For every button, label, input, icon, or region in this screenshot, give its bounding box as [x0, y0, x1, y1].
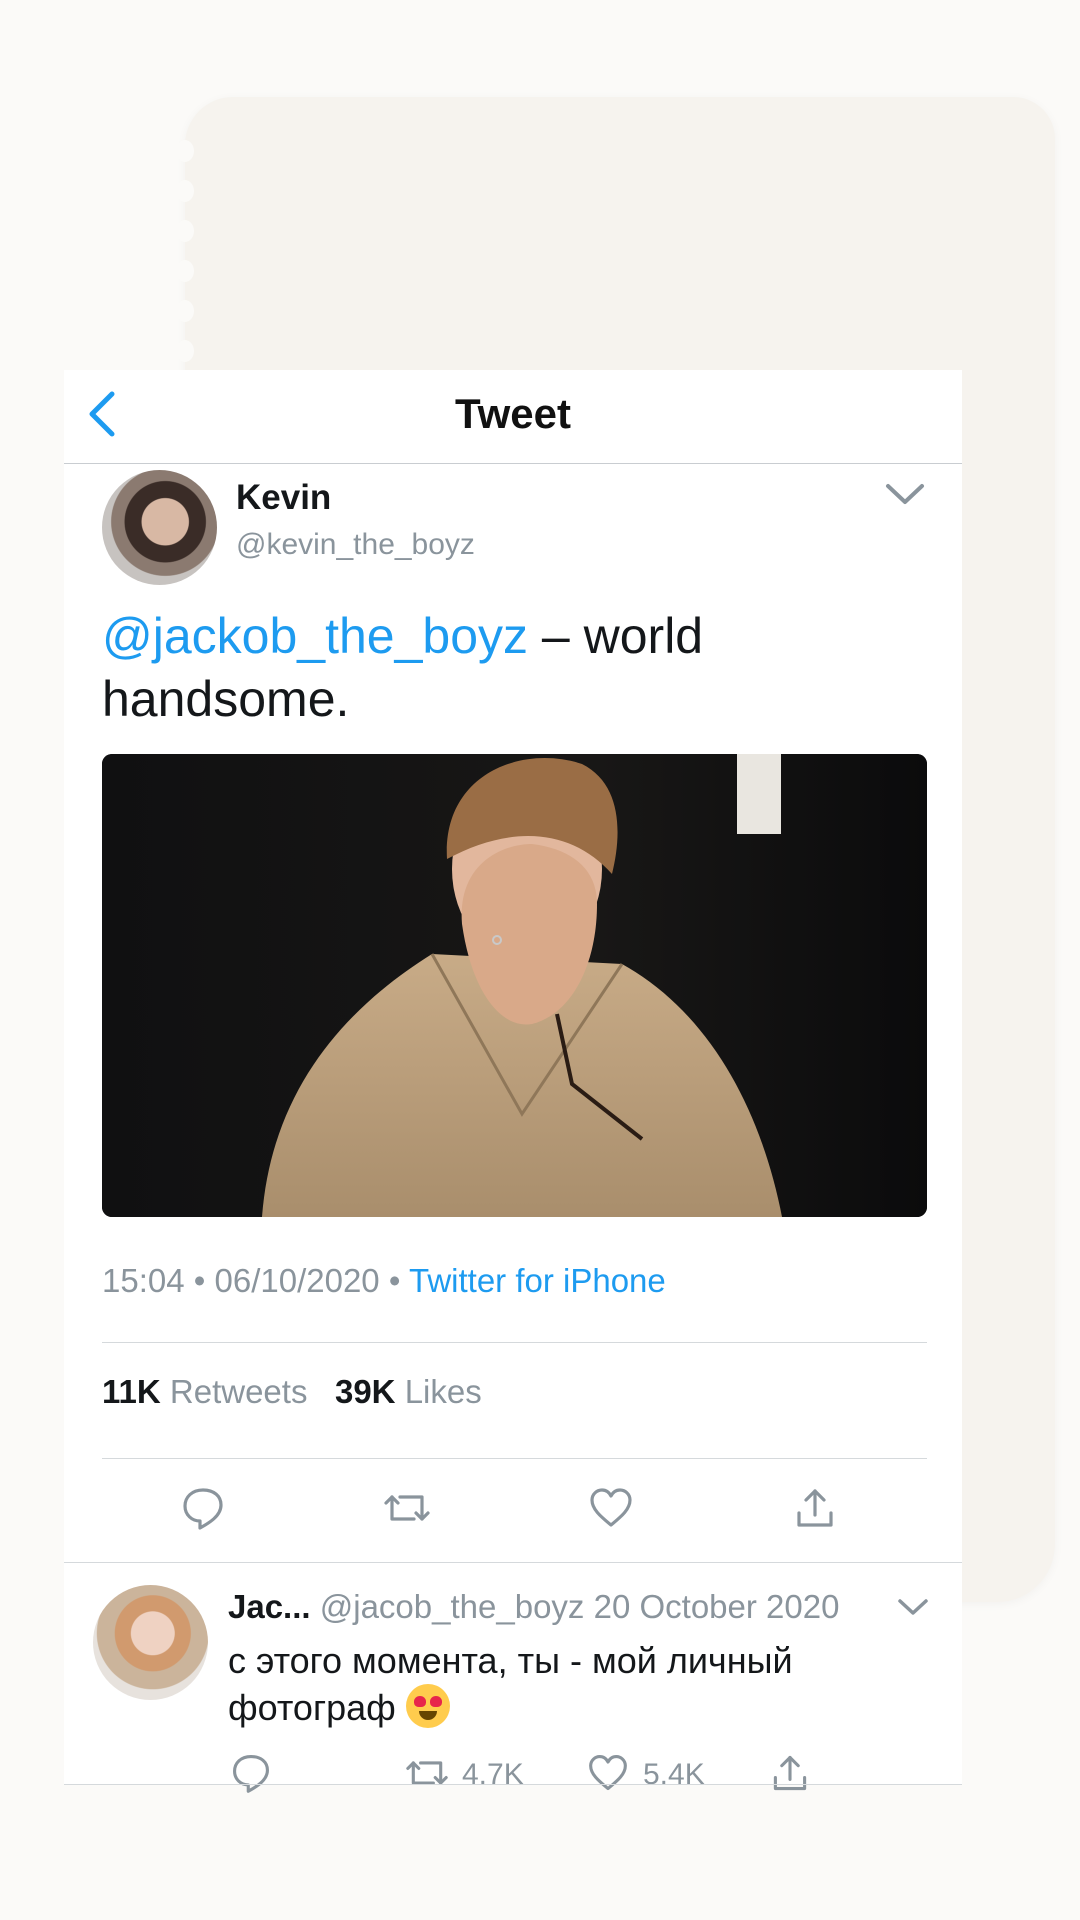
reply-retweet-count: 4.7K: [462, 1758, 524, 1791]
author-name[interactable]: Kevin: [236, 478, 331, 518]
retweets-count: 11K: [102, 1373, 161, 1410]
reply-date: 20 October 2020: [593, 1588, 840, 1625]
share-icon[interactable]: [792, 1485, 838, 1531]
like-icon[interactable]: [587, 1752, 629, 1794]
photo-illustration: [102, 754, 927, 1217]
divider: [102, 1458, 927, 1459]
heart-eyes-emoji-icon: [405, 1684, 450, 1728]
page-title: Tweet: [455, 390, 571, 437]
meta-separator: •: [388, 1262, 401, 1299]
reply-header: Jac... @jacob_the_boyz 20 October 2020: [228, 1588, 839, 1626]
share-icon[interactable]: [769, 1752, 811, 1794]
mention-link[interactable]: @jackob_the_boyz: [102, 608, 528, 664]
reply-author-name[interactable]: Jac...: [228, 1588, 311, 1625]
retweet-icon[interactable]: [406, 1752, 448, 1794]
chevron-down-icon[interactable]: [896, 1595, 930, 1619]
paper-torn-edge: [176, 140, 196, 370]
tweet-photo[interactable]: [102, 754, 927, 1217]
likes-count: 39K: [334, 1373, 396, 1410]
chevron-down-icon[interactable]: [882, 478, 928, 508]
reply-text-body: с этого момента, ты - мой личный фотогра…: [228, 1640, 793, 1728]
reply-text: с этого момента, ты - мой личный фотогра…: [228, 1638, 918, 1731]
author-handle[interactable]: @kevin_the_boyz: [236, 528, 475, 562]
tweet-time: 15:04: [102, 1262, 185, 1299]
divider: [64, 1562, 962, 1563]
retweets-stat[interactable]: 11K Retweets: [102, 1373, 307, 1410]
tweet-source-link[interactable]: Twitter for iPhone: [409, 1262, 666, 1299]
tweet-text: @jackob_the_boyz – world handsome.: [102, 605, 922, 731]
retweets-label: Retweets: [169, 1373, 308, 1410]
like-icon[interactable]: [588, 1485, 634, 1531]
retweet-icon[interactable]: [384, 1485, 430, 1531]
reply-like-count: 5.4K: [643, 1758, 705, 1791]
divider: [102, 1342, 927, 1343]
divider: [64, 1784, 962, 1785]
reply-author-avatar[interactable]: [93, 1585, 208, 1700]
engagement-stats: 11K Retweets 39K Likes: [102, 1373, 482, 1411]
likes-label: Likes: [404, 1373, 482, 1410]
reply-author-handle[interactable]: @jacob_the_boyz: [320, 1588, 585, 1625]
tweet-screen: Tweet Kevin @kevin_the_boyz @jackob_the_…: [64, 370, 962, 1793]
tweet-meta: 15:04 • 06/10/2020 • Twitter for iPhone: [102, 1262, 666, 1300]
meta-separator: •: [193, 1262, 206, 1299]
reply-icon[interactable]: [180, 1485, 226, 1531]
reply-icon[interactable]: [230, 1752, 272, 1794]
likes-stat[interactable]: 39K Likes: [335, 1373, 482, 1410]
tweet-date: 06/10/2020: [214, 1262, 380, 1299]
author-avatar[interactable]: [102, 470, 217, 585]
top-navigation-bar: Tweet: [64, 370, 962, 464]
